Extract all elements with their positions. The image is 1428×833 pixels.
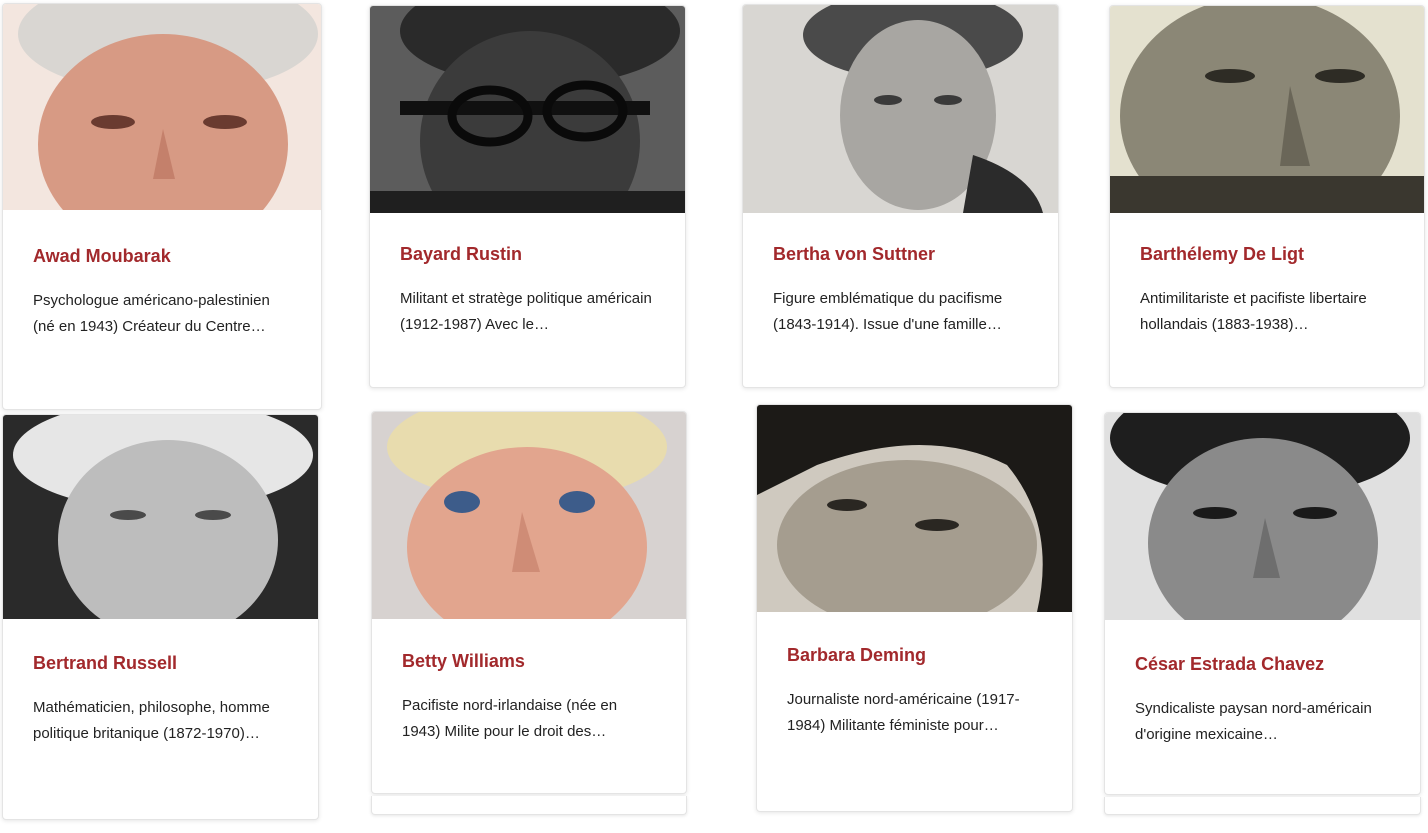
person-description: Figure emblématique du pacifisme (1843-1… xyxy=(773,290,1003,333)
portrait-photo[interactable] xyxy=(757,405,1072,612)
person-card-barbara-deming[interactable]: Barbara Deming Journaliste nord-américai… xyxy=(756,404,1073,812)
portrait-photo[interactable] xyxy=(1105,413,1420,620)
portrait-photo[interactable] xyxy=(372,412,686,619)
card-edge xyxy=(1104,797,1421,815)
person-name-link[interactable]: Bertha von Suttner xyxy=(773,243,1028,265)
person-name-link[interactable]: Barbara Deming xyxy=(787,644,1042,666)
person-name-link[interactable]: Awad Moubarak xyxy=(33,245,291,267)
portrait-photo[interactable] xyxy=(743,5,1058,213)
person-card-bertrand-russell[interactable]: Bertrand Russell Mathématicien, philosop… xyxy=(2,414,319,820)
person-name-link[interactable]: Bertrand Russell xyxy=(33,652,288,674)
person-description: Pacifiste nord-irlandaise (née en 1943) … xyxy=(402,697,618,740)
person-card-bayard-rustin[interactable]: Bayard Rustin Militant et stratège polit… xyxy=(369,5,686,388)
card-edge xyxy=(371,796,687,815)
person-name-link[interactable]: Barthélemy De Ligt xyxy=(1140,243,1394,265)
person-card-betty-williams[interactable]: Betty Williams Pacifiste nord-irlandaise… xyxy=(371,411,687,794)
person-card-barthelemy-de-ligt[interactable]: Barthélemy De Ligt Antimilitariste et pa… xyxy=(1109,5,1425,388)
portrait-photo[interactable] xyxy=(370,6,685,213)
person-card-bertha-von-suttner[interactable]: Bertha von Suttner Figure emblématique d… xyxy=(742,4,1059,388)
person-description: Antimilitariste et pacifiste libertaire … xyxy=(1140,290,1367,333)
person-description: Mathématicien, philosophe, homme politiq… xyxy=(33,699,270,742)
portrait-photo[interactable] xyxy=(1110,6,1424,213)
person-card-cesar-estrada-chavez[interactable]: César Estrada Chavez Syndicaliste paysan… xyxy=(1104,412,1421,795)
person-description: Syndicaliste paysan nord-américain d'ori… xyxy=(1135,700,1372,743)
portrait-photo[interactable] xyxy=(3,4,321,210)
person-description: Militant et stratège politique américain… xyxy=(400,290,652,333)
person-name-link[interactable]: César Estrada Chavez xyxy=(1135,653,1390,675)
person-description: Psychologue américano-palestinien (né en… xyxy=(33,292,270,335)
person-card-awad-moubarak[interactable]: Awad Moubarak Psychologue américano-pale… xyxy=(2,3,322,410)
person-description: Journaliste nord-américaine (1917-1984) … xyxy=(787,691,1020,734)
portrait-photo[interactable] xyxy=(3,415,318,619)
person-name-link[interactable]: Bayard Rustin xyxy=(400,243,655,265)
person-name-link[interactable]: Betty Williams xyxy=(402,650,656,672)
